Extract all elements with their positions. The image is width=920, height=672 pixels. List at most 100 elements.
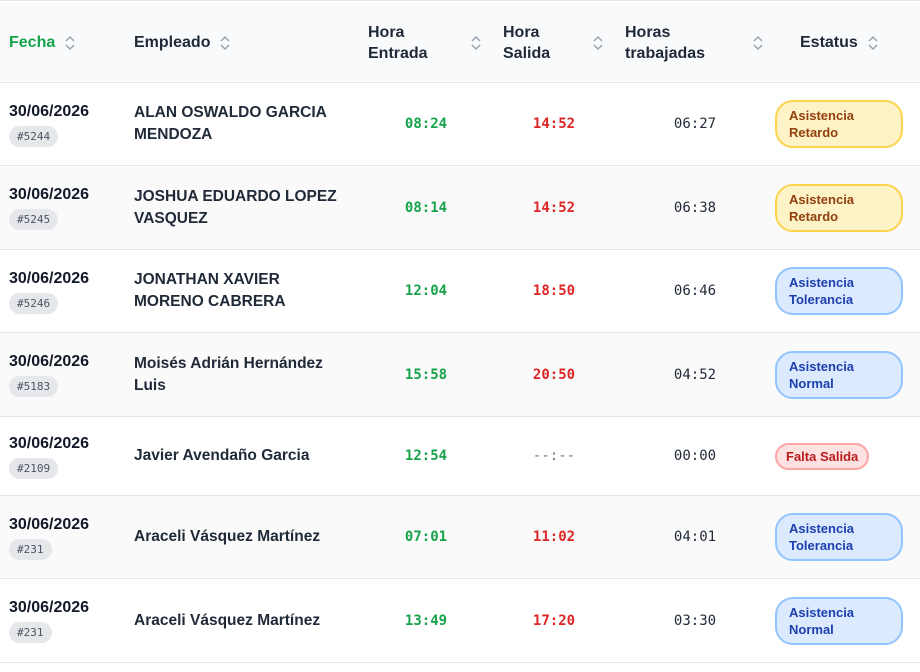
- sort-updown-icon[interactable]: [753, 35, 763, 51]
- date-text: 30/06/2026: [9, 186, 90, 203]
- date-text: 30/06/2026: [9, 434, 90, 452]
- sort-updown-icon[interactable]: [868, 35, 878, 51]
- sort-updown-icon[interactable]: [471, 35, 481, 51]
- table-row[interactable]: 30/06/2026 #2109 Javier Avendaño Garcia …: [0, 417, 920, 496]
- employee-id-tag: #2109: [9, 457, 59, 479]
- status-line2: Normal: [789, 375, 834, 391]
- exit-time: 11:02: [532, 529, 576, 545]
- date-text: 30/06/2026: [9, 515, 90, 533]
- cell-fecha: 30/06/2026 #231: [0, 515, 125, 560]
- date-text: 30/06/2026: [9, 102, 90, 120]
- entry-time: 13:49: [404, 612, 448, 629]
- hora-salida-line1: Hora: [503, 23, 540, 41]
- col-header-empleado-label: Empleado: [134, 34, 211, 51]
- table-row[interactable]: 30/06/2026 #231 Araceli Vásquez Martínez…: [0, 496, 920, 579]
- status-line1: Falta Salida: [786, 448, 859, 464]
- status-badge: Asistencia Retardo: [775, 100, 903, 148]
- employee-name: Araceli Vásquez Martínez: [134, 528, 321, 545]
- hours-worked: 06:27: [673, 116, 717, 132]
- status-line2: Retardo: [789, 125, 839, 140]
- table-row[interactable]: 30/06/2026 #5244 ALAN OSWALDO GARCIA MEN…: [0, 83, 920, 166]
- status-line1: Asistencia: [789, 604, 855, 620]
- employee-name: JONATHAN XAVIER MORENO CABRERA: [134, 271, 286, 310]
- exit-time: 18:50: [532, 283, 576, 299]
- col-header-fecha[interactable]: Fecha: [0, 32, 125, 53]
- col-header-hora-entrada-label: Hora Entrada: [368, 22, 428, 64]
- hours-worked: 06:38: [673, 199, 717, 216]
- employee-id-tag: #5246: [9, 292, 59, 314]
- table-row[interactable]: 30/06/2026 #231 Araceli Vásquez Martínez…: [0, 579, 920, 663]
- sort-updown-icon[interactable]: [65, 35, 75, 51]
- horas-trab-line2: trabajadas: [625, 44, 706, 62]
- cell-fecha: 30/06/2026 #5246: [0, 269, 125, 314]
- col-header-hora-salida-label: Hora Salida: [503, 22, 550, 64]
- exit-time: 14:52: [532, 199, 576, 216]
- cell-fecha: 30/06/2026 #2109: [0, 434, 125, 479]
- status-line1: Asistencia: [789, 191, 855, 207]
- employee-name: ALAN OSWALDO GARCIA MENDOZA: [134, 104, 327, 143]
- hours-worked: 03:30: [673, 612, 717, 629]
- col-header-empleado[interactable]: Empleado: [125, 32, 359, 53]
- date-text: 30/06/2026: [9, 269, 90, 287]
- col-header-hora-entrada[interactable]: Hora Entrada: [359, 22, 493, 64]
- cell-status: Asistencia Normal: [775, 596, 920, 645]
- cell-fecha: 30/06/2026 #5183: [0, 352, 125, 397]
- hours-worked: 04:01: [673, 529, 717, 545]
- col-header-estatus-label: Estatus: [800, 34, 858, 51]
- entry-time: 12:54: [404, 448, 448, 464]
- exit-time: 20:50: [532, 366, 576, 383]
- employee-id-tag: #231: [9, 538, 52, 560]
- entry-time: 15:58: [404, 366, 448, 383]
- date-text: 30/06/2026: [9, 353, 90, 370]
- hora-salida-line2: Salida: [503, 44, 551, 62]
- cell-status: Asistencia Retardo: [775, 183, 920, 232]
- hours-worked: 00:00: [673, 448, 717, 464]
- cell-fecha: 30/06/2026 #5244: [0, 102, 125, 147]
- table-row[interactable]: 30/06/2026 #5245 JOSHUA EDUARDO LOPEZ VA…: [0, 166, 920, 250]
- status-line2: Retardo: [789, 208, 839, 224]
- employee-name: JOSHUA EDUARDO LOPEZ VASQUEZ: [134, 187, 337, 227]
- hora-entrada-line2: Entrada: [368, 44, 428, 62]
- col-header-horas-trabajadas[interactable]: Horas trabajadas: [615, 22, 775, 64]
- status-line1: Asistencia: [789, 108, 855, 123]
- col-header-hora-salida[interactable]: Hora Salida: [493, 22, 615, 64]
- cell-fecha: 30/06/2026 #231: [0, 598, 125, 643]
- employee-id-tag: #5245: [9, 209, 59, 230]
- col-header-estatus[interactable]: Estatus: [775, 32, 920, 53]
- date-text: 30/06/2026: [9, 599, 90, 616]
- status-badge: Asistencia Normal: [775, 596, 903, 645]
- exit-time: --:--: [532, 448, 576, 464]
- status-badge: Asistencia Retardo: [775, 183, 903, 232]
- status-line2: Tolerancia: [789, 538, 854, 553]
- entry-time: 08:24: [404, 116, 448, 132]
- entry-time: 12:04: [404, 283, 448, 299]
- employee-id-tag: #5183: [9, 376, 59, 397]
- cell-status: Asistencia Tolerancia: [775, 513, 920, 561]
- employee-name: Araceli Vásquez Martínez: [134, 611, 321, 629]
- sort-updown-icon[interactable]: [220, 35, 230, 51]
- hora-entrada-line1: Hora: [368, 23, 405, 41]
- entry-time: 08:14: [404, 199, 448, 216]
- cell-status: Falta Salida: [775, 442, 920, 470]
- employee-id-tag: #5244: [9, 125, 59, 147]
- cell-fecha: 30/06/2026 #5245: [0, 185, 125, 230]
- status-badge: Falta Salida: [775, 442, 870, 470]
- employee-name: Javier Avendaño Garcia: [134, 447, 310, 464]
- entry-time: 07:01: [404, 529, 448, 545]
- status-badge: Asistencia Normal: [775, 350, 903, 399]
- status-badge: Asistencia Tolerancia: [775, 267, 903, 315]
- employee-name: Moisés Adrián Hernández Luis: [134, 354, 323, 394]
- status-line1: Asistencia: [789, 358, 855, 374]
- exit-time: 14:52: [532, 116, 576, 132]
- status-line2: Tolerancia: [789, 292, 854, 307]
- horas-trab-line1: Horas: [625, 23, 671, 41]
- table-header: Fecha Empleado Hora Entrada Hora Salida Ho…: [0, 3, 920, 83]
- sort-updown-icon[interactable]: [593, 35, 603, 51]
- table-row[interactable]: 30/06/2026 #5183 Moisés Adrián Hernández…: [0, 333, 920, 417]
- cell-status: Asistencia Retardo: [775, 100, 920, 148]
- hours-worked: 04:52: [673, 366, 717, 383]
- table-row[interactable]: 30/06/2026 #5246 JONATHAN XAVIER MORENO …: [0, 250, 920, 333]
- exit-time: 17:20: [532, 612, 576, 629]
- status-line2: Normal: [789, 621, 834, 637]
- col-header-horas-trabajadas-label: Horas trabajadas: [625, 22, 705, 64]
